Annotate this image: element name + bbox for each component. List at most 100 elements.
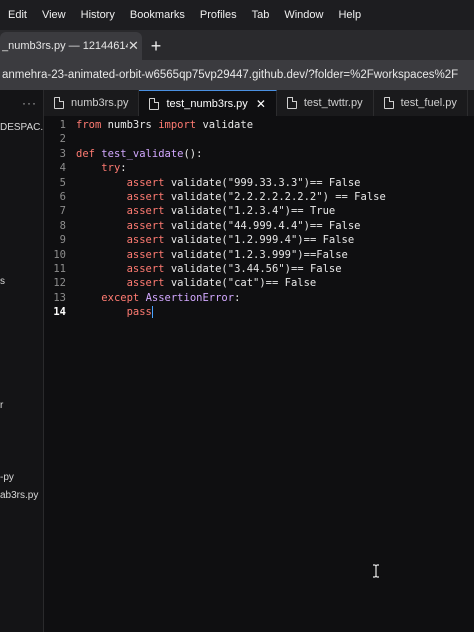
code-token: assert [126,176,171,189]
code-token: validate( [170,219,228,232]
code-token: "cat" [227,277,260,290]
code-token: )== False [303,176,361,189]
code-line[interactable]: 2 [44,132,386,146]
menu-bookmarks[interactable]: Bookmarks [130,9,185,21]
url-text: anmehra-23-animated-orbit-w6565qp75vp294… [2,69,459,81]
code-editor[interactable]: 1 from numb3rs import validate 2 3 def test_… [44,116,474,632]
code-line[interactable]: 6 assert validate("2.2.2.2.2.2.2") == Fa… [44,190,386,204]
code-token: validate( [170,277,228,290]
code-token: assert [126,205,171,218]
line-code: except AssertionError: [76,291,240,305]
code-token: validate( [170,248,228,261]
line-number: 9 [59,234,66,247]
editor-tabs: numb3rs.py test_numb3rs.py ✕ test_twttr.… [44,90,474,116]
explorer-item[interactable]: r [0,400,3,411]
code-token: try [101,162,121,175]
code-lines: 1 from numb3rs import validate 2 3 def test_… [44,118,386,319]
code-line[interactable]: 7 assert validate("1.2.3.4")== True [44,204,386,218]
browser-tab[interactable]: _numb3rs.py — 121446142 ✕ [0,32,142,60]
line-code: assert validate("3.44.56")== False [76,262,342,276]
tab-numb3rs[interactable]: numb3rs.py [44,90,140,116]
code-line[interactable]: 13 except AssertionError: [44,291,386,305]
browser-tab-title: _numb3rs.py — 121446142 [2,40,128,52]
code-token: validate( [170,262,228,275]
code-line[interactable]: 1 from numb3rs import validate [44,118,386,132]
explorer-sidebar: ··· DESPAC... s r -py ab3rs.py [0,90,49,632]
code-token: assert [126,219,171,232]
more-actions-icon[interactable]: ··· [22,96,37,110]
line-code: assert validate("cat")== False [76,276,317,290]
code-token: : [234,291,241,304]
code-line[interactable]: 14 pass [44,305,386,319]
code-line[interactable]: 11 assert validate("3.44.56")== False [44,262,386,276]
code-token: )== True [284,205,336,218]
close-icon[interactable]: ✕ [256,97,266,111]
menu-edit[interactable]: Edit [8,9,27,21]
explorer-item[interactable]: -py [0,472,14,483]
tab-test-twttr[interactable]: test_twttr.py [277,90,374,116]
menu-view[interactable]: View [42,9,66,21]
line-code: def test_validate(): [76,147,202,161]
file-icon [149,97,160,110]
new-tab-icon[interactable]: + [142,32,170,60]
workspace-folder-label[interactable]: DESPAC... [0,122,49,133]
code-token: validate [202,119,254,131]
code-token: )== False [303,219,361,232]
tab-label: test_fuel.py [400,97,457,109]
code-line[interactable]: 3 def test_validate(): [44,147,386,161]
line-number: 10 [53,248,66,261]
code-token: validate( [170,234,228,247]
code-line[interactable]: 8 assert validate("44.999.4.4")== False [44,219,386,233]
line-code: assert validate("1.2.999.4")== False [76,233,355,247]
code-line[interactable]: 12 assert validate("cat")== False [44,276,386,290]
line-code: assert validate("999.33.3.3")== False [76,176,361,190]
tab-test-numb3rs[interactable]: test_numb3rs.py ✕ [139,90,277,116]
code-line[interactable]: 10 assert validate("1.2.3.999")==False [44,248,386,262]
explorer-item[interactable]: s [0,276,5,287]
code-token: test_validate [101,147,184,160]
menu-tab[interactable]: Tab [252,9,270,21]
line-number: 12 [53,277,66,290]
code-line[interactable]: 4 try: [44,161,386,175]
menu-bar: Edit View History Bookmarks Profiles Tab… [0,0,474,30]
close-tab-icon[interactable]: ✕ [128,38,142,54]
line-number: 8 [59,219,66,232]
line-number: 5 [59,176,66,189]
code-token: )== False [259,277,317,290]
line-code: pass [76,305,154,319]
menu-profiles[interactable]: Profiles [200,9,237,21]
code-line[interactable]: 5 assert validate("999.33.3.3")== False [44,176,386,190]
line-number: 2 [59,133,66,146]
menu-history[interactable]: History [81,9,115,21]
code-line[interactable]: 9 assert validate("1.2.999.4")== False [44,233,386,247]
code-token: validate( [170,176,228,189]
code-token: )==False [297,248,348,261]
line-number: 6 [59,190,66,203]
line-number: 14 [53,306,66,319]
menu-window[interactable]: Window [284,9,323,21]
menu-help[interactable]: Help [338,9,361,21]
code-token: validate( [170,205,228,218]
explorer-item[interactable]: ab3rs.py [0,490,38,501]
line-number: 3 [59,147,66,160]
code-token: (): [183,147,203,160]
line-code: assert validate("44.999.4.4")== False [76,219,361,233]
code-token: def [76,147,102,160]
line-code: assert validate("1.2.3.4")== True [76,204,336,218]
code-token: except [101,291,146,304]
file-icon [286,97,297,109]
code-token: assert [126,248,171,261]
line-code: try: [76,161,126,175]
file-icon [383,97,394,109]
tab-test-fuel[interactable]: test_fuel.py [374,90,468,116]
address-bar[interactable]: anmehra-23-animated-orbit-w6565qp75vp294… [0,60,474,90]
code-token: from [76,119,108,131]
